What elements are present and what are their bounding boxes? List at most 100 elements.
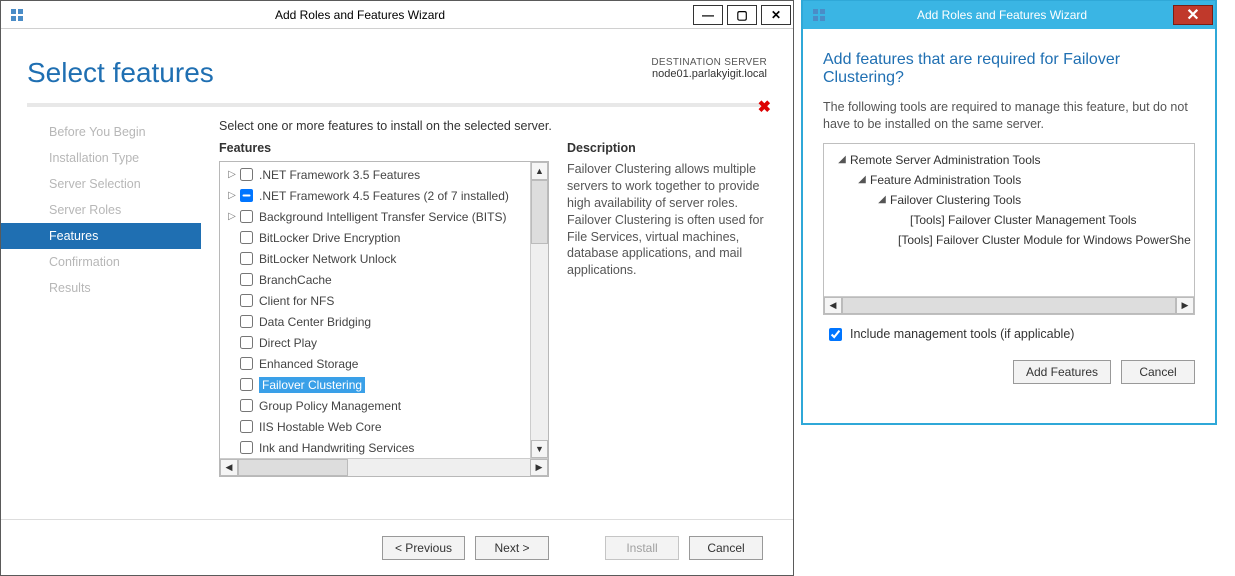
feature-row[interactable]: BitLocker Network Unlock [220,248,530,269]
feature-label: .NET Framework 4.5 Features (2 of 7 inst… [259,188,509,204]
feature-row[interactable]: BitLocker Drive Encryption [220,227,530,248]
nav-item-server-selection[interactable]: Server Selection [1,171,201,197]
scroll-right-icon[interactable]: ▶ [530,459,548,476]
header-divider: ✖ [27,103,767,107]
feature-checkbox[interactable] [240,441,253,454]
feature-row[interactable]: ▷Background Intelligent Transfer Service… [220,206,530,227]
nav-item-features[interactable]: Features [1,223,201,249]
feature-label: Direct Play [259,335,317,351]
scroll-thumb-h[interactable] [842,297,1176,314]
dialog-title: Add Roles and Features Wizard [831,8,1173,22]
feature-label: IIS Hostable Web Core [259,419,382,435]
scroll-down-icon[interactable]: ▼ [531,440,548,458]
tree-node[interactable]: ◢Feature Administration Tools [828,170,1190,190]
feature-checkbox[interactable] [240,294,253,307]
nav-item-server-roles[interactable]: Server Roles [1,197,201,223]
app-icon [807,3,831,27]
page-title: Select features [27,57,651,89]
feature-row[interactable]: IIS Hostable Web Core [220,416,530,437]
vertical-scrollbar[interactable]: ▲ ▼ [530,162,548,458]
scroll-thumb[interactable] [531,180,548,244]
feature-checkbox[interactable] [240,231,253,244]
scroll-up-icon[interactable]: ▲ [531,162,548,180]
close-button[interactable]: ✕ [761,5,791,25]
feature-row[interactable]: ▷ .NET Framework 4.5 Features (2 of 7 ins… [220,185,530,206]
wizard-nav: Before You BeginInstallation TypeServer … [1,113,201,477]
include-checkbox-input[interactable] [829,328,842,341]
scroll-right-icon[interactable]: ▶ [1176,297,1194,314]
wizard-footer: < Previous Next > Install Cancel [1,519,793,575]
feature-checkbox[interactable] [240,399,253,412]
feature-row[interactable]: Data Center Bridging [220,311,530,332]
dialog-titlebar: Add Roles and Features Wizard ✕ [803,1,1215,29]
include-management-tools-checkbox[interactable]: Include management tools (if applicable) [825,325,1195,344]
cancel-button[interactable]: Cancel [689,536,763,560]
maximize-button[interactable]: ▢ [727,5,757,25]
titlebar: Add Roles and Features Wizard — ▢ ✕ [1,1,793,29]
feature-label: Ink and Handwriting Services [259,440,414,456]
expand-icon[interactable]: ▷ [226,211,238,222]
tree-horizontal-scrollbar[interactable]: ◀ ▶ [824,296,1194,314]
features-heading: Features [219,141,549,155]
feature-label: Failover Clustering [259,377,365,393]
feature-checkbox[interactable] [240,168,253,181]
nav-item-before-you-begin[interactable]: Before You Begin [1,119,201,145]
feature-row[interactable]: Direct Play [220,332,530,353]
nav-item-confirmation[interactable]: Confirmation [1,249,201,275]
feature-checkbox[interactable] [240,273,253,286]
dialog-message: The following tools are required to mana… [823,99,1195,133]
dialog-footer: Add Features Cancel [803,360,1215,400]
feature-row[interactable]: Failover Clustering [220,374,530,395]
feature-row[interactable]: ▷ .NET Framework 3.5 Features [220,164,530,185]
feature-row[interactable]: Enhanced Storage [220,353,530,374]
scroll-left-icon[interactable]: ◀ [220,459,238,476]
tree-node[interactable]: [Tools] Failover Cluster Management Tool… [828,210,1190,230]
install-button[interactable]: Install [605,536,679,560]
feature-row[interactable]: Ink and Handwriting Services [220,437,530,458]
feature-checkbox[interactable] [240,357,253,370]
add-features-button[interactable]: Add Features [1013,360,1111,384]
feature-checkbox[interactable] [240,336,253,349]
scroll-left-icon[interactable]: ◀ [824,297,842,314]
expand-icon[interactable]: ▷ [226,169,238,180]
feature-label: .NET Framework 3.5 Features [259,167,420,183]
minimize-button[interactable]: — [693,5,723,25]
tree-caret-icon[interactable]: ◢ [856,174,868,185]
nav-item-installation-type[interactable]: Installation Type [1,145,201,171]
dialog-close-button[interactable]: ✕ [1173,5,1213,25]
feature-label: Enhanced Storage [259,356,358,372]
feature-label: Client for NFS [259,293,334,309]
tree-node-label: Failover Clustering Tools [890,193,1021,207]
features-listbox[interactable]: ▷ .NET Framework 3.5 Features ▷ .NET Framew… [219,161,549,477]
tree-node[interactable]: ◢Failover Clustering Tools [828,190,1190,210]
description-heading: Description [567,141,767,155]
feature-checkbox[interactable] [240,315,253,328]
tree-caret-icon[interactable]: ◢ [876,194,888,205]
scroll-thumb-h[interactable] [238,459,348,476]
required-tools-tree[interactable]: ◢Remote Server Administration Tools◢Feat… [823,143,1195,315]
feature-checkbox[interactable] [240,210,253,223]
previous-button[interactable]: < Previous [382,536,465,560]
tree-node-label: [Tools] Failover Cluster Module for Wind… [898,233,1191,247]
refresh-close-icon[interactable]: ✖ [758,97,771,117]
expand-icon[interactable]: ▷ [226,190,238,201]
horizontal-scrollbar[interactable]: ◀ ▶ [220,458,548,476]
feature-row[interactable]: Group Policy Management [220,395,530,416]
dialog-cancel-button[interactable]: Cancel [1121,360,1195,384]
feature-checkbox[interactable] [240,378,253,391]
feature-checkbox[interactable] [240,252,253,265]
destination-value: node01.parlakyigit.local [651,68,767,80]
feature-row[interactable]: BranchCache [220,269,530,290]
tree-node[interactable]: [Tools] Failover Cluster Module for Wind… [828,230,1190,250]
feature-checkbox[interactable] [240,420,253,433]
tree-node[interactable]: ◢Remote Server Administration Tools [828,150,1190,170]
tree-node-label: Feature Administration Tools [870,173,1021,187]
tree-caret-icon[interactable]: ◢ [836,154,848,165]
feature-row[interactable]: Client for NFS [220,290,530,311]
destination-label: DESTINATION SERVER [651,57,767,68]
feature-label: Group Policy Management [259,398,401,414]
next-button[interactable]: Next > [475,536,549,560]
nav-item-results[interactable]: Results [1,275,201,301]
tree-node-label: [Tools] Failover Cluster Management Tool… [910,213,1137,227]
feature-checkbox[interactable] [240,189,253,202]
